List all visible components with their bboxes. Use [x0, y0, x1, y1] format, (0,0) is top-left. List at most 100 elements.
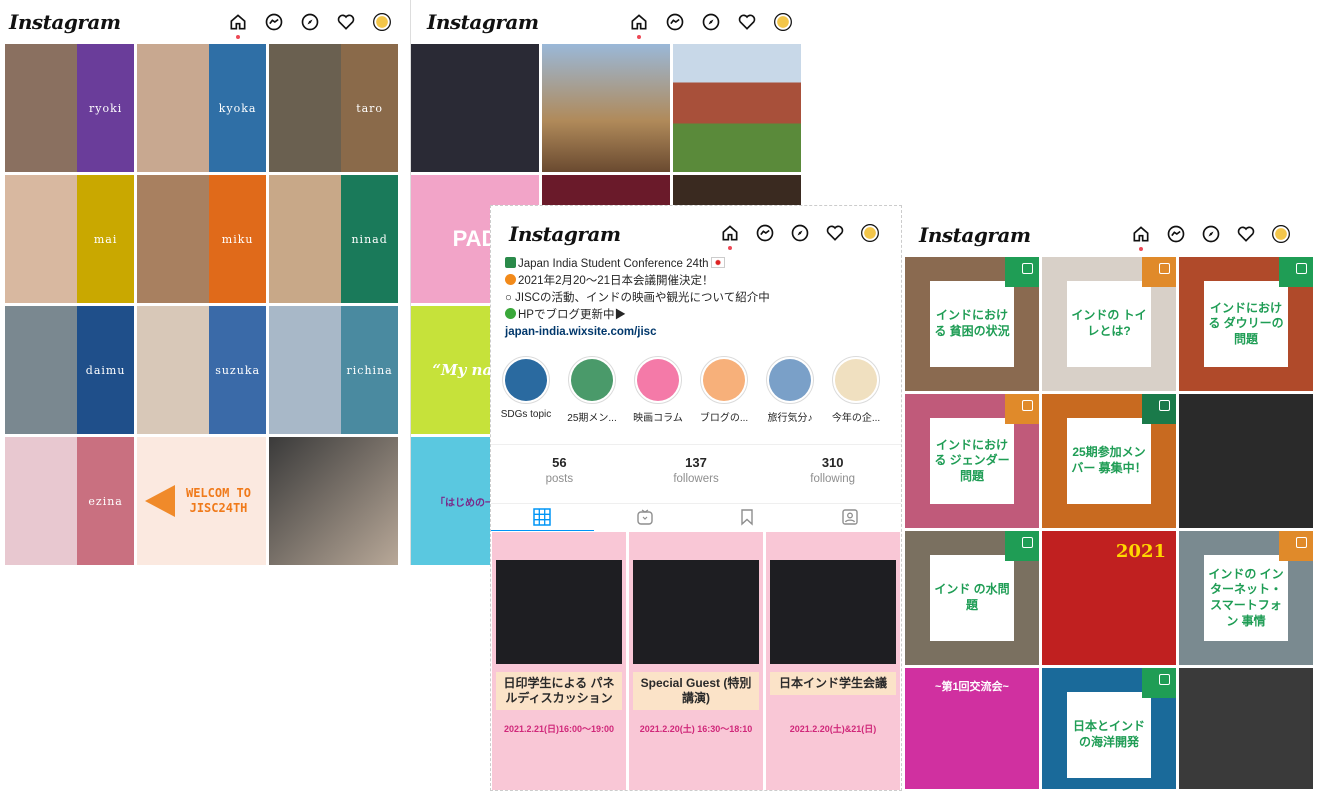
profile-card-post[interactable]: ryoki [5, 44, 134, 172]
explore-icon[interactable] [700, 11, 722, 33]
welcome-line-1: WELCOM TO [185, 486, 252, 500]
topic-card: インドにおける ダウリーの問題 [1204, 281, 1288, 367]
topic-post[interactable] [1179, 394, 1313, 528]
avatar[interactable] [772, 11, 794, 33]
profile-card-post[interactable]: mai [5, 175, 134, 303]
highlight-cover [502, 356, 550, 404]
story-highlight[interactable]: ブログの... [695, 356, 753, 424]
profile-card-post[interactable]: richina [269, 306, 398, 434]
member-name: miku [221, 232, 254, 246]
topic-post[interactable]: インドの トイレとは? [1042, 257, 1176, 391]
topic-post[interactable]: 25期参加メンバー 募集中！ [1042, 394, 1176, 528]
carousel-icon [1022, 537, 1033, 548]
topic-post[interactable]: 日本とインド の海洋開発 [1042, 668, 1176, 789]
member-name: mai [93, 232, 118, 246]
topic-post[interactable]: インド の水問題 [905, 531, 1039, 665]
highlight-cover [568, 356, 616, 404]
topic-post[interactable]: インドにおける ジェンダー問題 [905, 394, 1039, 528]
topic-post[interactable]: インドにおける ダウリーの問題 [1179, 257, 1313, 391]
market-photo-post[interactable] [542, 44, 670, 172]
topic-post[interactable]: 2021 [1042, 531, 1176, 665]
carousel-icon [1296, 263, 1307, 274]
avatar[interactable] [859, 222, 881, 244]
story-highlight[interactable]: 今年の企... [827, 356, 885, 424]
member-name: kyoka [218, 101, 257, 115]
bio-link[interactable]: japan-india.wixsite.com/jisc [505, 324, 895, 341]
carousel-icon [1022, 400, 1033, 411]
story-highlight[interactable]: 旅行気分♪ [761, 356, 819, 424]
profile-tabs [491, 503, 901, 531]
video-call-grid [496, 560, 622, 664]
instagram-logo[interactable]: Instagram [427, 10, 539, 34]
video-call-post[interactable] [411, 44, 539, 172]
heart-icon[interactable] [736, 11, 758, 33]
member-name: suzuka [215, 363, 261, 377]
japan-flag-icon [710, 257, 725, 268]
home-icon[interactable] [719, 222, 741, 250]
messenger-icon[interactable] [754, 222, 776, 244]
profile-card-post[interactable]: ninad [269, 175, 398, 303]
story-highlight[interactable]: 25期メン... [563, 356, 621, 424]
stat-followers[interactable]: 137 followers [628, 445, 765, 503]
story-highlight[interactable]: 映画コラム [629, 356, 687, 424]
highlight-label: 今年の企... [831, 413, 881, 424]
explore-icon[interactable] [299, 11, 321, 33]
red-fort-photo-post[interactable] [673, 44, 801, 172]
saved-icon [741, 509, 753, 526]
explore-icon[interactable] [789, 222, 811, 244]
instagram-logo[interactable]: Instagram [509, 222, 621, 246]
instagram-logo[interactable]: Instagram [919, 223, 1031, 247]
profile-card-post[interactable]: kyoka [137, 44, 266, 172]
heart-icon[interactable] [824, 222, 846, 244]
tagged-icon [842, 509, 858, 525]
profile-card-post[interactable]: miku [137, 175, 266, 303]
topic-post[interactable]: ~第1回交流会~ [905, 668, 1039, 789]
explore-icon[interactable] [1200, 223, 1222, 245]
post-grid: インドにおける 貧困の状況 インドの トイレとは? インドにおける ダウリーの問題イ… [905, 257, 1313, 789]
green-circle-icon [505, 308, 516, 319]
messenger-icon[interactable] [263, 11, 285, 33]
topic-card: 25期参加メンバー 募集中！ [1067, 418, 1151, 504]
group-photo-post[interactable] [269, 437, 398, 565]
profile-stats: 56 posts 137 followers 310 following [491, 444, 901, 504]
messenger-icon[interactable] [664, 11, 686, 33]
messenger-icon[interactable] [1165, 223, 1187, 245]
post-title: 日印学生による パネルディスカッション [496, 672, 622, 710]
instagram-logo[interactable]: Instagram [9, 10, 121, 34]
home-icon[interactable] [628, 11, 650, 39]
event-post[interactable]: 日本インド学生会議 2021.2.20(土)&21(日) [766, 532, 900, 790]
topic-post[interactable]: インドの インターネット・ スマートフォン 事情 [1179, 531, 1313, 665]
topic-card: インド の水問題 [930, 555, 1014, 641]
heart-icon[interactable] [335, 11, 357, 33]
event-post[interactable]: 日印学生による パネルディスカッション 2021.2.21(日)16:00〜19:… [492, 532, 626, 790]
avatar[interactable] [1270, 223, 1292, 245]
notification-dot [637, 35, 641, 39]
igtv-icon [637, 509, 653, 525]
tab-posts-grid[interactable] [491, 503, 594, 531]
event-post[interactable]: Special Guest (特別講演) 2021.2.20(土) 16:30〜1… [629, 532, 763, 790]
home-icon[interactable] [227, 11, 249, 39]
topic-post[interactable]: インドにおける 貧困の状況 [905, 257, 1039, 391]
highlight-label: 25期メン... [567, 413, 617, 424]
highlight-cover [766, 356, 814, 404]
welcome-post[interactable]: WELCOM TO JISC24TH [137, 437, 266, 565]
avatar[interactable] [371, 11, 393, 33]
story-highlights: SDGs topic 25期メン... 映画コラム ブログの... 旅行気分♪ 今年の企.… [497, 356, 897, 424]
screenshot-panel-4: Instagram インドにおける 貧困の状況 インドの トイレとは? インドにおけ… [903, 205, 1313, 789]
post-date: 2021.2.21(日)16:00〜19:00 [503, 724, 615, 734]
post-title: Special Guest (特別講演) [633, 672, 759, 710]
flag-icon [505, 257, 516, 268]
story-highlight[interactable]: SDGs topic [497, 356, 555, 424]
heart-icon[interactable] [1235, 223, 1257, 245]
stat-following[interactable]: 310 following [764, 445, 901, 503]
profile-card-post[interactable]: suzuka [137, 306, 266, 434]
tab-igtv[interactable] [594, 503, 697, 531]
profile-card-post[interactable]: ezina [5, 437, 134, 565]
profile-card-post[interactable]: taro [269, 44, 398, 172]
profile-card-post[interactable]: daimu [5, 306, 134, 434]
tab-saved[interactable] [696, 503, 799, 531]
home-icon[interactable] [1130, 223, 1152, 251]
tab-tagged[interactable] [799, 503, 902, 531]
topic-post[interactable] [1179, 668, 1313, 789]
stat-posts[interactable]: 56 posts [491, 445, 628, 503]
